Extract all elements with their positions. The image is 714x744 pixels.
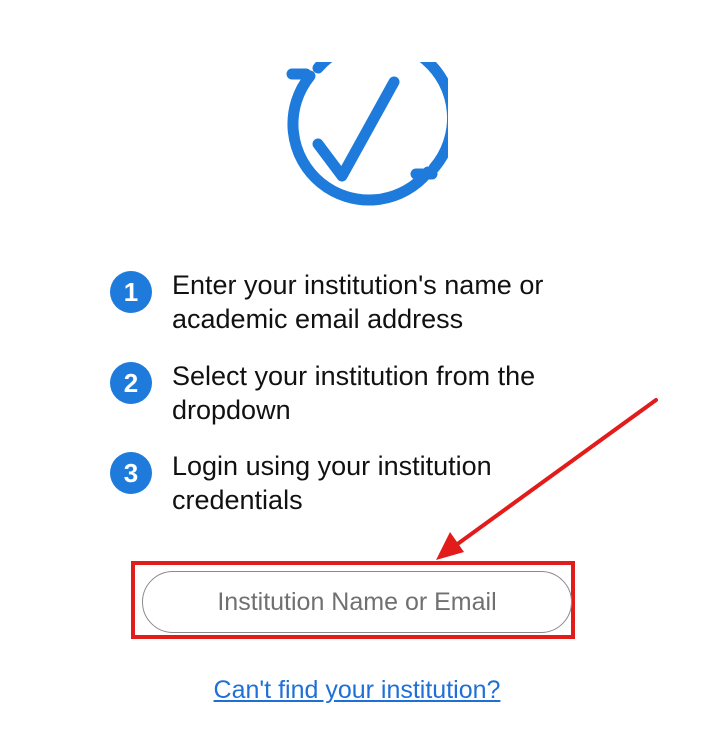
step-number-badge: 1	[110, 271, 152, 313]
red-arrow-icon	[436, 398, 658, 560]
institution-search-input[interactable]	[142, 571, 572, 633]
step-number-badge: 2	[110, 362, 152, 404]
step-number-badge: 3	[110, 452, 152, 494]
step-text: Enter your institution's name or academi…	[172, 270, 544, 334]
circular-checkmark-icon	[286, 62, 448, 206]
cant-find-institution-link[interactable]: Can't find your institution?	[0, 676, 714, 705]
